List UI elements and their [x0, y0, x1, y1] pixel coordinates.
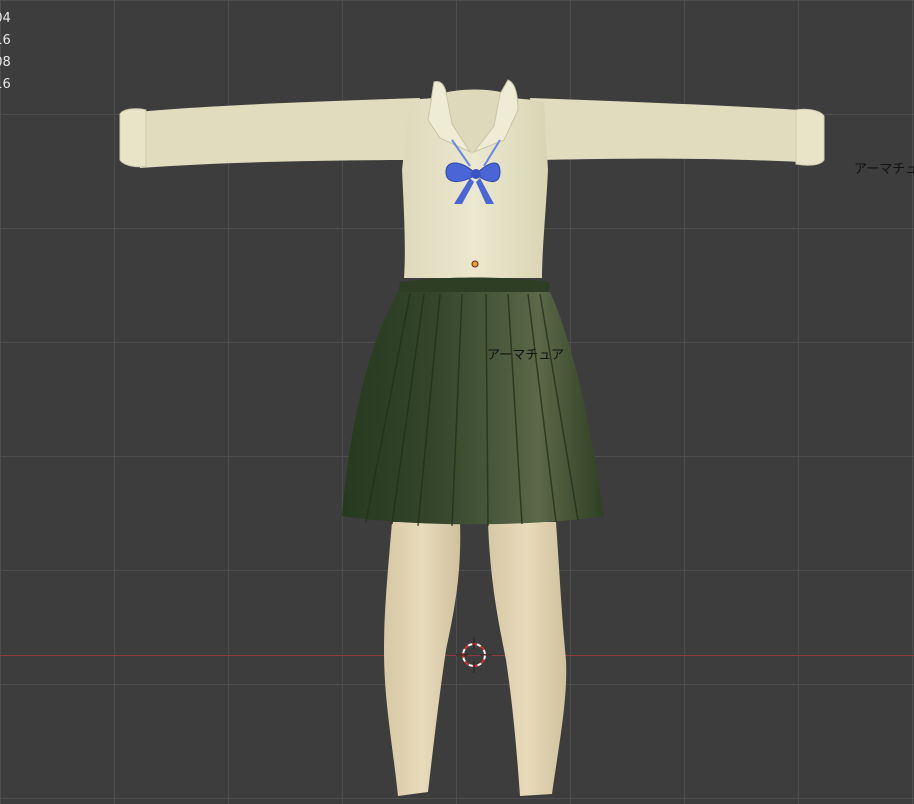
right-sleeve [530, 98, 800, 162]
left-cuff [119, 108, 147, 168]
left-sleeve [138, 98, 420, 168]
3d-viewport[interactable]: 504 016 508 016 [0, 0, 914, 804]
3d-cursor-icon[interactable] [456, 637, 492, 673]
object-origin [471, 260, 479, 268]
skirt-body [342, 292, 604, 525]
right-leg [488, 522, 567, 796]
armature-label: アーマチュア [487, 348, 564, 363]
armature-label-secondary: アーマチュア [854, 162, 914, 177]
legs [384, 522, 567, 796]
left-leg [384, 522, 461, 796]
character-model[interactable] [0, 0, 914, 804]
pleated-skirt [342, 277, 604, 527]
right-cuff [795, 108, 825, 166]
